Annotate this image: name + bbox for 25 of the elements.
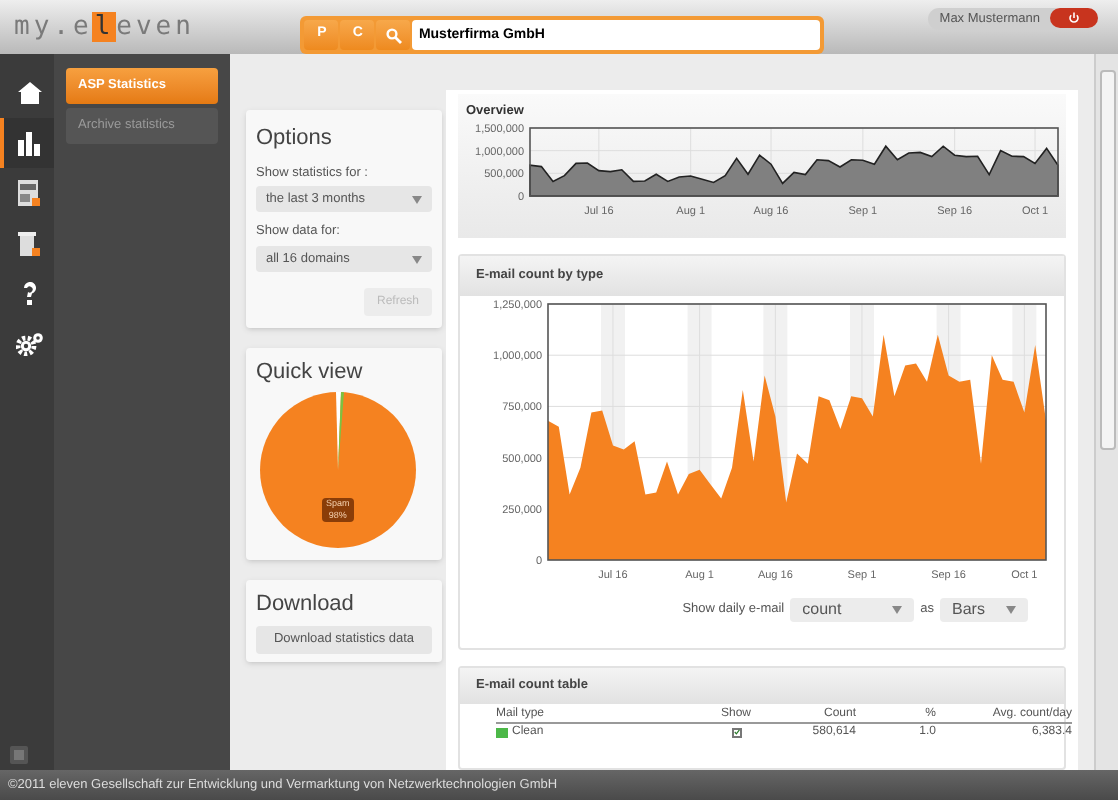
select-field[interactable]: count <box>790 598 915 622</box>
scrollbar-thumb[interactable] <box>1099 70 1115 450</box>
card-title: Quick view <box>256 358 365 388</box>
select-field[interactable]: Bars <box>940 598 1028 622</box>
trash-icon <box>18 230 40 256</box>
caret-icon <box>412 193 422 206</box>
card-title: Download <box>256 590 356 620</box>
home-icon <box>17 82 41 104</box>
scrollbar[interactable] <box>1094 54 1118 770</box>
logout-button[interactable] <box>1050 8 1098 28</box>
settings-icon <box>15 331 43 355</box>
caret-icon <box>892 604 903 616</box>
caret-icon <box>412 253 422 265</box>
power-icon <box>1068 12 1080 24</box>
document-icon <box>18 180 40 206</box>
sidebar-item[interactable] <box>0 118 54 168</box>
bar-chart-icon <box>18 131 40 155</box>
checkbox[interactable] <box>731 727 741 737</box>
caret-icon <box>1006 604 1016 616</box>
check-icon <box>733 728 739 736</box>
help-icon <box>21 281 37 305</box>
logo: my.e l even <box>14 9 195 46</box>
search-icon <box>385 27 402 43</box>
small-square-icon <box>10 746 28 764</box>
card-title: Options <box>256 124 334 154</box>
